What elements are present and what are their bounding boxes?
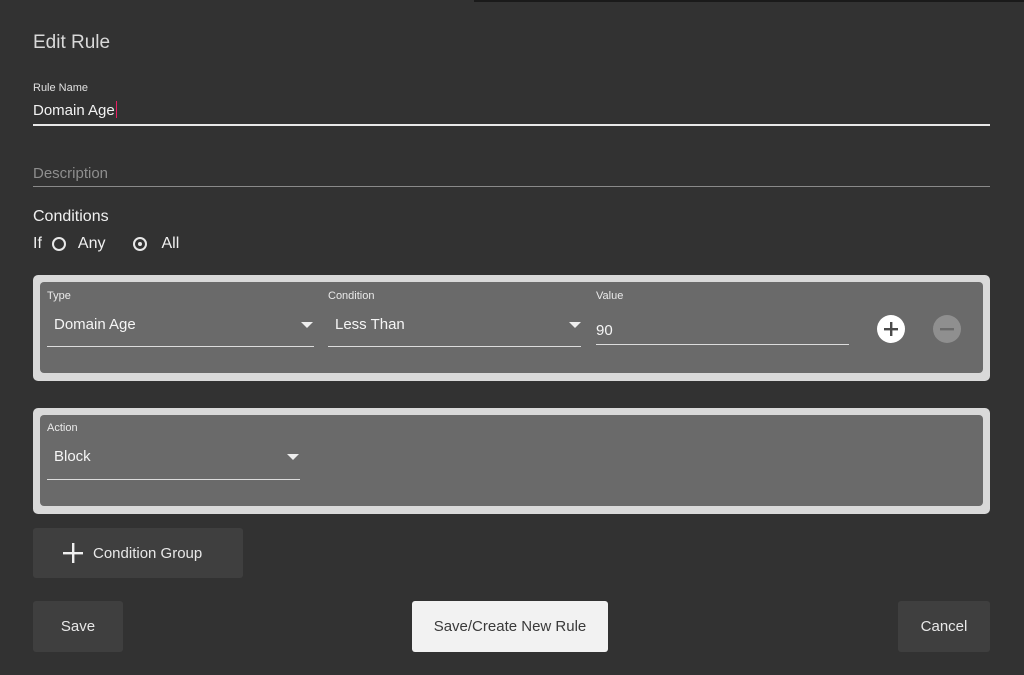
condition-group: Type Domain Age Condition Less Than Valu…	[33, 275, 990, 381]
action-caret-down-icon[interactable]	[287, 454, 299, 460]
rule-name-underline	[33, 124, 990, 126]
rule-name-value: Domain Age	[33, 102, 115, 119]
action-group: Action Block	[33, 408, 990, 514]
value-label: Value	[596, 290, 624, 302]
type-caret-down-icon[interactable]	[301, 322, 313, 328]
dialog-title: Edit Rule	[33, 32, 111, 53]
rule-name-input[interactable]: Domain Age	[33, 101, 117, 119]
top-strip	[474, 0, 1024, 2]
remove-condition-button[interactable]	[933, 315, 961, 343]
condition-group-label: Condition Group	[93, 544, 203, 562]
plus-icon	[63, 543, 83, 563]
add-condition-group-button[interactable]: Condition Group	[33, 528, 243, 578]
radio-all[interactable]	[133, 237, 148, 251]
add-condition-button[interactable]	[877, 315, 905, 343]
edit-rule-dialog: Edit Rule Rule Name Domain Age Descripti…	[0, 0, 1024, 675]
type-label: Type	[47, 290, 71, 302]
text-caret	[115, 101, 117, 118]
action-label: Action	[47, 422, 78, 434]
condition-underline	[328, 346, 581, 347]
type-select[interactable]: Domain Age	[54, 316, 136, 333]
action-row: Action Block	[40, 415, 983, 506]
radio-any-label[interactable]: Any	[78, 235, 106, 253]
if-label: If	[33, 235, 42, 252]
type-underline	[47, 346, 314, 347]
plus-circle-icon	[884, 322, 898, 336]
save-create-new-rule-button[interactable]: Save/Create New Rule	[412, 601, 608, 652]
radio-all-label[interactable]: All	[161, 235, 179, 253]
description-underline	[33, 186, 990, 187]
conditions-title: Conditions	[33, 208, 109, 225]
cancel-button[interactable]: Cancel	[898, 601, 990, 652]
condition-label: Condition	[328, 290, 375, 302]
radio-any[interactable]	[51, 237, 66, 251]
condition-select[interactable]: Less Than	[335, 316, 405, 333]
minus-circle-icon	[940, 328, 954, 331]
rule-name-label: Rule Name	[33, 82, 89, 94]
save-button[interactable]: Save	[33, 601, 123, 652]
description-input[interactable]: Description	[33, 165, 108, 182]
condition-caret-down-icon[interactable]	[569, 322, 581, 328]
condition-row: Type Domain Age Condition Less Than Valu…	[40, 282, 983, 373]
value-underline	[596, 344, 849, 345]
match-mode-radio-group: If Any All	[33, 233, 179, 255]
action-select[interactable]: Block	[54, 448, 91, 465]
value-input[interactable]: 90	[596, 322, 613, 339]
action-underline	[47, 479, 300, 480]
